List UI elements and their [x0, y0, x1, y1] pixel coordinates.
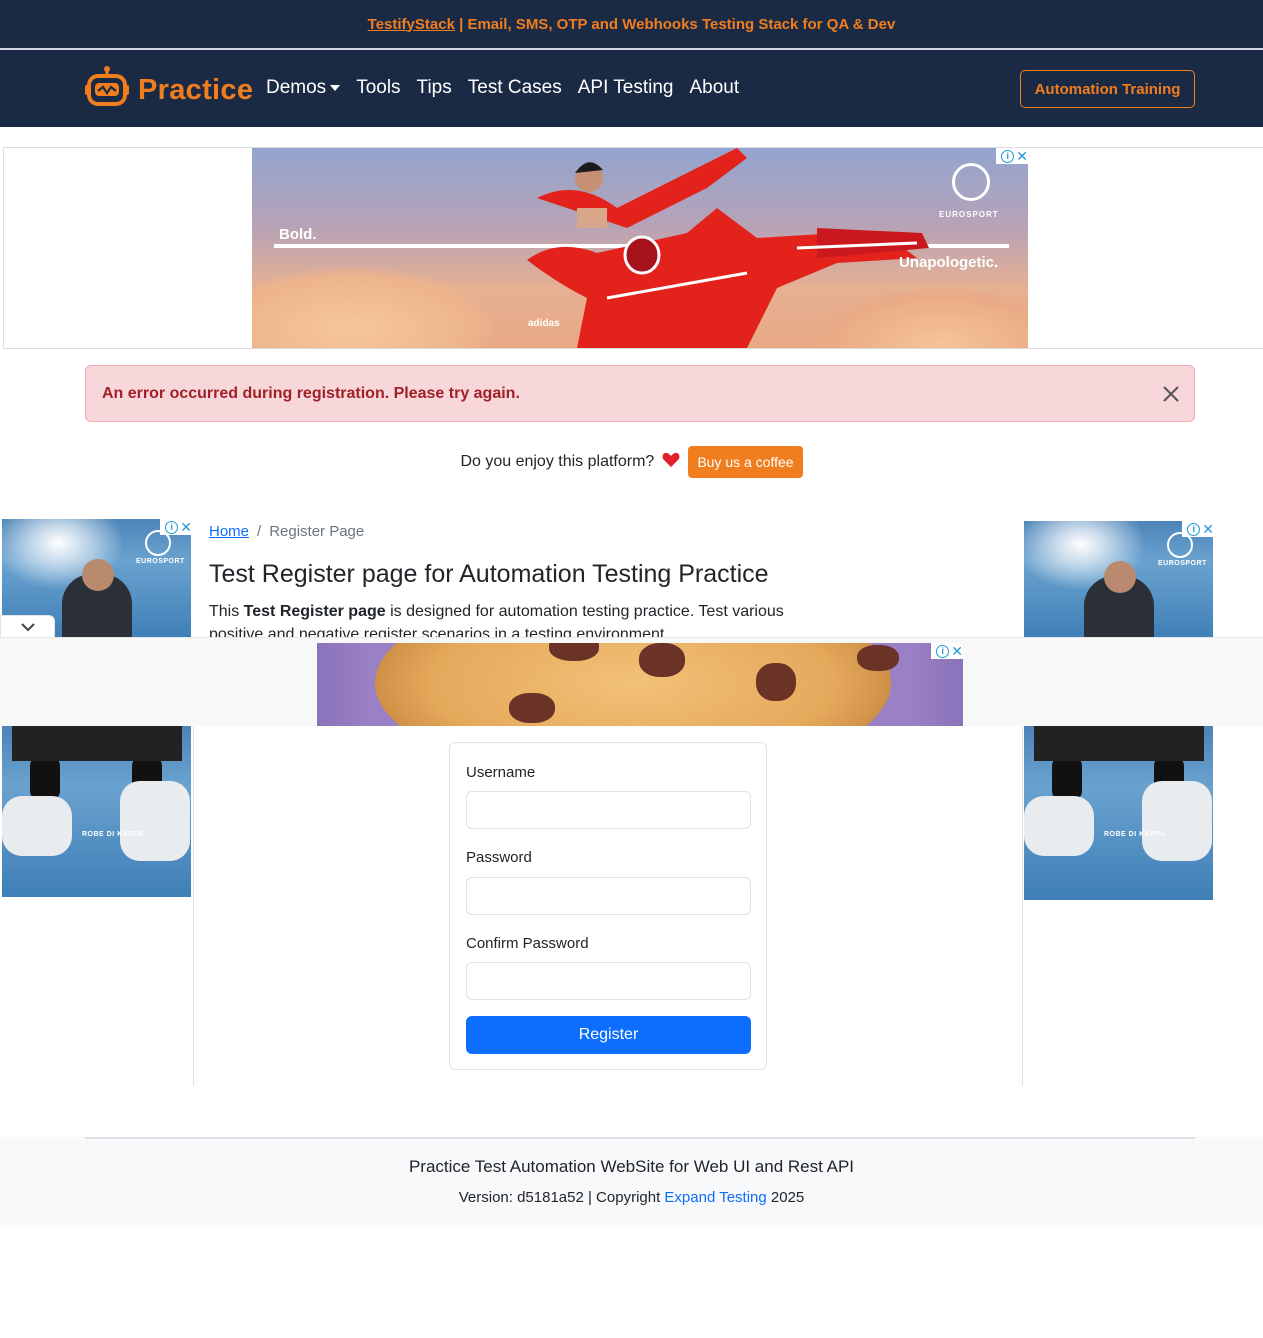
ad-controls: i ✕	[931, 643, 963, 659]
ad-cookie-image	[375, 643, 891, 726]
ad-sock	[30, 756, 60, 801]
nav-about[interactable]: About	[690, 77, 740, 99]
ad-shoe	[1142, 781, 1212, 861]
username-input[interactable]	[466, 791, 751, 829]
ad-chocolate-chip	[509, 693, 555, 723]
top-ad-banner[interactable]: Bold. Unapologetic. EUROSPORT adidas	[252, 148, 1028, 348]
navbar: Practice Demos Tools Tips Test Cases API…	[0, 50, 1263, 127]
heart-icon	[662, 452, 680, 473]
column-divider	[1022, 726, 1023, 1086]
left-side-ad-lower[interactable]: ROBE DI KAPPA	[2, 726, 191, 897]
ad-info-icon[interactable]: i	[936, 644, 950, 658]
adidas-wordmark: adidas	[528, 318, 560, 329]
confirm-password-label: Confirm Password	[466, 935, 589, 952]
breadcrumb-home-link[interactable]: Home	[209, 523, 249, 540]
register-form: Username Password Confirm Password Regis…	[449, 742, 767, 1070]
caret-down-icon	[330, 84, 341, 91]
ad-info-icon[interactable]: i	[165, 520, 179, 534]
anchor-ad-banner[interactable]	[317, 643, 963, 726]
brand-name: Practice	[138, 74, 254, 106]
breadcrumb-current: Register Page	[269, 523, 365, 540]
ad-controls: i ✕	[160, 519, 192, 535]
ad-close-icon[interactable]: ✕	[1016, 149, 1028, 163]
ad-model-head	[1104, 561, 1136, 593]
eurosport-logo-icon	[952, 163, 990, 201]
ad-controls: i ✕	[996, 148, 1028, 164]
ad-shoe	[1024, 796, 1094, 856]
expand-testing-link[interactable]: Expand Testing	[664, 1189, 766, 1206]
eurosport-wordmark: EUROSPORT	[939, 210, 999, 219]
footer-divider	[85, 1137, 1195, 1139]
ad-chocolate-chip	[639, 643, 685, 677]
password-label: Password	[466, 849, 532, 866]
confirm-password-input[interactable]	[466, 962, 751, 1000]
breadcrumb-separator: /	[257, 523, 262, 540]
right-side-ad-lower[interactable]: ROBE DI KAPPA	[1024, 726, 1213, 900]
nav-tips[interactable]: Tips	[417, 77, 452, 99]
support-question: Do you enjoy this platform?	[460, 453, 655, 470]
nav-test-cases[interactable]: Test Cases	[468, 77, 562, 99]
announcement-bar: TestifyStack | Email, SMS, OTP and Webho…	[0, 0, 1263, 48]
eurosport-wordmark: EUROSPORT	[136, 558, 185, 565]
ad-info-icon[interactable]: i	[1001, 149, 1015, 163]
announcement-text: | Email, SMS, OTP and Webhooks Testing S…	[454, 15, 896, 33]
alert-message: An error occurred during registration. P…	[102, 385, 520, 402]
ad-shoe	[2, 796, 72, 856]
ad-model-head	[82, 559, 114, 591]
column-divider	[193, 726, 194, 1086]
ad-chocolate-chip	[857, 645, 899, 671]
ad-tagline-left: Bold.	[279, 226, 317, 243]
kappa-wordmark: ROBE DI KAPPA	[82, 831, 144, 838]
footer: Practice Test Automation WebSite for Web…	[0, 1137, 1263, 1225]
page-description: This Test Register page is designed for …	[209, 600, 799, 638]
eurosport-wordmark: EUROSPORT	[1158, 560, 1207, 567]
robot-icon	[84, 66, 130, 115]
nav-api-testing[interactable]: API Testing	[578, 77, 674, 99]
nav-demos[interactable]: Demos	[266, 77, 341, 99]
close-icon[interactable]	[1160, 383, 1182, 405]
ad-controls: i ✕	[1182, 521, 1214, 537]
kappa-wordmark: ROBE DI KAPPA	[1104, 831, 1166, 838]
nav-menu: Demos Tools Tips Test Cases API Testing …	[266, 77, 739, 99]
footer-title: Practice Test Automation WebSite for Web…	[408, 1157, 855, 1176]
register-button[interactable]: Register	[466, 1016, 751, 1054]
ad-close-icon[interactable]: ✕	[180, 520, 192, 534]
chevron-down-icon	[20, 619, 36, 637]
ad-shorts	[12, 726, 182, 761]
ad-shorts	[1034, 726, 1204, 761]
page-title: Test Register page for Automation Testin…	[209, 560, 769, 588]
ad-tagline-right: Unapologetic.	[899, 254, 999, 271]
right-side-ad[interactable]: EUROSPORT	[1024, 521, 1213, 638]
username-label: Username	[466, 764, 536, 781]
ad-close-icon[interactable]: ✕	[951, 644, 963, 658]
ad-sock	[1052, 756, 1082, 801]
password-input[interactable]	[466, 877, 751, 915]
version-text: Version: d5181a52 | Copyright	[458, 1189, 665, 1206]
nav-demos-label: Demos	[266, 77, 327, 98]
breadcrumb: Home / Register Page	[209, 523, 364, 540]
copyright-year: 2025	[766, 1189, 805, 1206]
brand-link[interactable]: Practice	[84, 66, 253, 115]
ad-shoe	[120, 781, 190, 861]
error-alert: An error occurred during registration. P…	[85, 365, 1195, 422]
automation-training-button[interactable]: Automation Training	[1020, 70, 1195, 108]
ad-info-icon[interactable]: i	[1187, 522, 1201, 536]
support-row: Do you enjoy this platform? Buy us a cof…	[0, 446, 1263, 478]
footer-version: Version: d5181a52 | Copyright Expand Tes…	[0, 1189, 1263, 1206]
desc-prefix: This	[209, 603, 244, 620]
nav-tools[interactable]: Tools	[356, 77, 400, 99]
ad-close-icon[interactable]: ✕	[1202, 522, 1214, 536]
buy-coffee-button[interactable]: Buy us a coffee	[688, 446, 803, 478]
ad-cloud	[252, 268, 492, 348]
testifystack-link[interactable]: TestifyStack	[368, 16, 455, 33]
ad-chocolate-chip	[756, 663, 796, 701]
ad-athlete-image	[527, 148, 929, 348]
desc-bold: Test Register page	[243, 603, 386, 620]
